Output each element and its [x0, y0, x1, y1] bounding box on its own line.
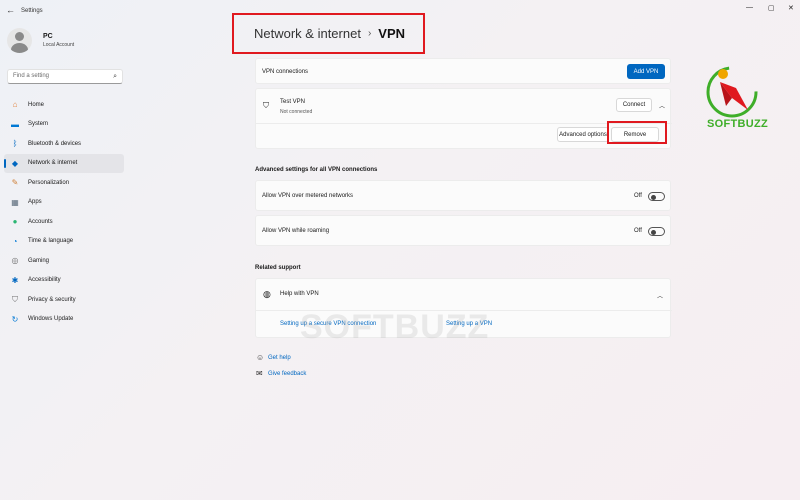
- sidebar-item-label: Network & internet: [28, 160, 78, 167]
- help-icon: ☺: [256, 353, 265, 362]
- sidebar-item-privacy-security[interactable]: ⛉ Privacy & security: [4, 290, 124, 310]
- sidebar-item-accessibility[interactable]: ✱ Accessibility: [4, 271, 124, 291]
- sidebar-item-time-language[interactable]: ◔ Time & language: [4, 232, 124, 252]
- wifi-icon: ◆: [11, 158, 19, 168]
- metered-state: Off: [634, 193, 642, 199]
- logo-text: SOFTBUZZ: [707, 118, 769, 130]
- accessibility-icon: ✱: [11, 275, 19, 285]
- chevron-up-icon[interactable]: ︿: [659, 101, 665, 110]
- shield-icon: ⛉: [263, 101, 269, 110]
- sidebar-item-label: Personalization: [28, 179, 70, 186]
- get-help-link[interactable]: Get help: [268, 355, 291, 361]
- update-icon: ↻: [11, 314, 19, 324]
- vpn-connections-label: VPN connections: [262, 69, 309, 75]
- give-feedback-link[interactable]: Give feedback: [268, 371, 306, 377]
- metered-toggle[interactable]: [648, 192, 665, 201]
- sidebar-item-label: Privacy & security: [28, 296, 76, 303]
- breadcrumb-parent[interactable]: Network & internet: [254, 26, 361, 41]
- help-label: Help with VPN: [280, 291, 319, 297]
- related-support-title: Related support: [255, 265, 301, 271]
- back-arrow-icon[interactable]: ←: [6, 5, 15, 15]
- globe-clock-icon: ◔: [12, 236, 18, 246]
- person-icon: ●: [12, 217, 18, 227]
- app-title: Settings: [21, 8, 43, 14]
- avatar: [7, 28, 32, 53]
- search-input[interactable]: Find a setting ⌕: [7, 69, 123, 84]
- close-button[interactable]: ✕: [788, 4, 794, 12]
- search-icon[interactable]: ⌕: [113, 73, 117, 81]
- sidebar-item-apps[interactable]: ▦ Apps: [4, 193, 124, 213]
- add-vpn-button[interactable]: Add VPN: [627, 64, 665, 79]
- connect-button[interactable]: Connect: [616, 98, 652, 112]
- sidebar-item-bluetooth-devices[interactable]: ᛒ Bluetooth & devices: [4, 134, 124, 154]
- roaming-setting-card: Allow VPN while roaming Off: [255, 215, 671, 246]
- sidebar-item-accounts[interactable]: ● Accounts: [4, 212, 124, 232]
- sidebar-item-label: Accessibility: [28, 277, 61, 284]
- page-title: VPN: [378, 26, 406, 41]
- roaming-label: Allow VPN while roaming: [262, 228, 330, 234]
- sidebar-item-label: Gaming: [28, 257, 50, 264]
- account-type: Local Account: [43, 42, 75, 48]
- chevron-up-icon[interactable]: ︿: [657, 291, 663, 300]
- sidebar-item-label: System: [28, 121, 49, 128]
- sidebar-item-personalization[interactable]: ✎ Personalization: [4, 173, 124, 193]
- metered-label: Allow VPN over metered networks: [262, 193, 354, 199]
- apps-icon: ▦: [11, 197, 19, 207]
- home-icon: ⌂: [12, 100, 18, 110]
- sidebar-item-label: Bluetooth & devices: [28, 140, 82, 147]
- breadcrumb: Network & internet › VPN: [232, 13, 425, 54]
- vpn-name: Test VPN: [280, 99, 306, 105]
- metered-setting-card: Allow VPN over metered networks Off: [255, 180, 671, 211]
- sidebar-item-gaming[interactable]: ◎ Gaming: [4, 251, 124, 271]
- breadcrumb-separator-icon: ›: [367, 28, 372, 39]
- sidebar-item-windows-update[interactable]: ↻ Windows Update: [4, 310, 124, 330]
- bluetooth-icon: ᛒ: [12, 139, 18, 149]
- search-placeholder: Find a setting: [13, 73, 50, 79]
- advanced-settings-title: Advanced settings for all VPN connection…: [255, 167, 378, 173]
- controller-icon: ◎: [11, 256, 19, 266]
- sidebar-item-label: Windows Update: [28, 316, 74, 323]
- sidebar-item-label: Time & language: [28, 238, 74, 245]
- vpn-status: Not connected: [280, 109, 313, 115]
- sidebar-item-label: Apps: [28, 199, 42, 206]
- maximize-button[interactable]: ▢: [768, 4, 775, 12]
- advanced-options-button[interactable]: Advanced options: [557, 127, 609, 142]
- vpn-entry-card: ⛉ Test VPN Not connected Connect ︿ Advan…: [255, 88, 672, 149]
- monitor-icon: ▬: [11, 119, 19, 129]
- vpn-connections-card: VPN connections Add VPN: [255, 58, 671, 84]
- roaming-toggle[interactable]: [648, 227, 665, 236]
- sidebar-item-label: Accounts: [28, 218, 53, 225]
- brush-icon: ✎: [11, 178, 19, 188]
- sidebar-item-label: Home: [28, 101, 45, 108]
- sidebar-item-home[interactable]: ⌂ Home: [4, 95, 124, 115]
- sidebar-item-network-internet[interactable]: ◆ Network & internet: [4, 153, 124, 173]
- account-card[interactable]: PC Local Account: [7, 28, 74, 53]
- feedback-icon: ✉: [256, 369, 263, 378]
- account-name: PC: [43, 33, 53, 40]
- remove-highlight-box: [607, 121, 667, 144]
- sidebar-item-system[interactable]: ▬ System: [4, 115, 124, 135]
- watermark-text: SOFTBUZZ: [300, 308, 490, 346]
- globe-icon: ◍: [263, 289, 271, 299]
- roaming-state: Off: [634, 228, 642, 234]
- minimize-button[interactable]: —: [746, 4, 753, 11]
- shield-icon: ⛉: [12, 294, 18, 304]
- sidebar-nav: ⌂ Home ▬ System ᛒ Bluetooth & devices ◆ Network…: [4, 95, 124, 329]
